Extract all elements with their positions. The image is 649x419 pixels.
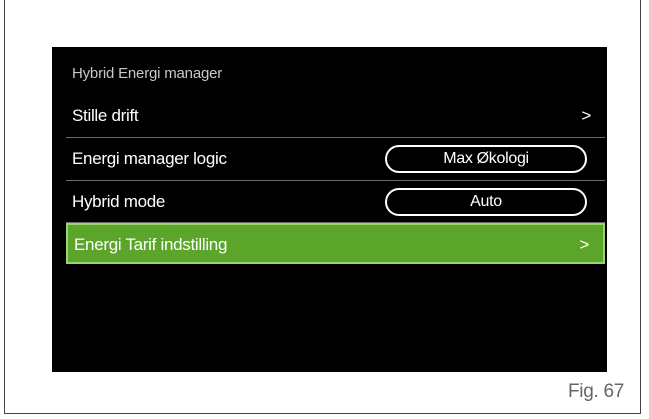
row-divider — [66, 180, 605, 181]
menu-item-label: Hybrid mode — [72, 192, 166, 211]
menu-item-label: Stille drift — [72, 106, 139, 125]
chevron-right-icon: > — [579, 235, 589, 254]
energi-manager-logic-value[interactable]: Max Økologi — [385, 145, 587, 173]
menu-item-label: Energi manager logic — [72, 149, 227, 168]
chevron-right-icon: > — [581, 106, 591, 125]
menu-item-hybrid-mode[interactable]: Hybrid mode Auto — [66, 184, 605, 220]
figure-caption: Fig. 67 — [568, 381, 624, 402]
menu-item-stille-drift[interactable]: Stille drift > — [66, 98, 605, 134]
menu-item-energi-manager-logic[interactable]: Energi manager logic Max Økologi — [66, 141, 605, 177]
device-screen: Hybrid Energi manager Stille drift > Ene… — [52, 47, 607, 372]
hybrid-mode-value[interactable]: Auto — [385, 188, 587, 216]
screen-title: Hybrid Energi manager — [72, 65, 223, 82]
menu-item-label: Energi Tarif indstilling — [74, 235, 228, 254]
figure-frame: Hybrid Energi manager Stille drift > Ene… — [4, 0, 641, 414]
row-divider — [66, 137, 605, 138]
menu-item-energi-tarif-indstilling[interactable]: Energi Tarif indstilling > — [66, 223, 605, 264]
